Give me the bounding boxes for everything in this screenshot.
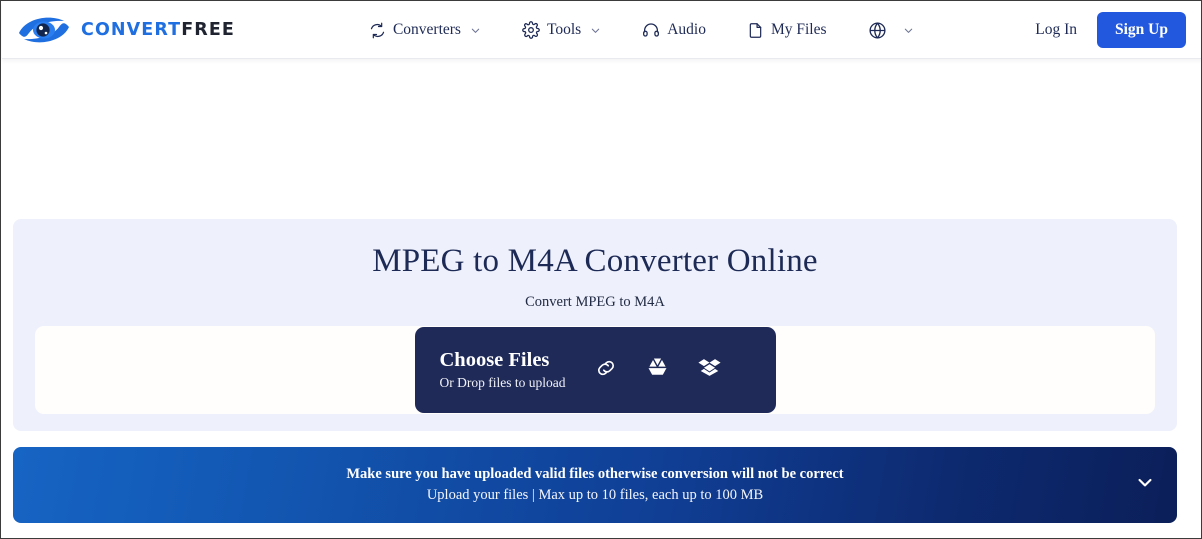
nav-label-audio: Audio xyxy=(667,21,706,39)
choose-files-label: Choose Files xyxy=(439,348,550,371)
signup-button[interactable]: Sign Up xyxy=(1097,12,1186,48)
page-subtitle: Convert MPEG to M4A xyxy=(525,294,665,311)
nav-item-audio[interactable]: Audio xyxy=(642,21,706,39)
banner-primary-text: Make sure you have uploaded valid files … xyxy=(346,465,844,482)
nav-item-language[interactable] xyxy=(868,21,914,40)
globe-icon xyxy=(868,21,887,40)
site-header: CONVERTFREE Converters Tools Audio My Fi… xyxy=(2,2,1201,59)
site-logo[interactable]: CONVERTFREE xyxy=(16,13,235,47)
gear-icon xyxy=(522,21,540,39)
file-dropzone[interactable]: Choose Files Or Drop files to upload xyxy=(35,326,1155,414)
banner-text-block: Make sure you have uploaded valid files … xyxy=(286,464,903,506)
dropbox-icon[interactable] xyxy=(698,357,722,383)
chevron-down-icon[interactable] xyxy=(1135,473,1155,498)
nav-label-tools: Tools xyxy=(546,21,582,39)
nav-item-tools[interactable]: Tools xyxy=(522,21,601,39)
nav-item-my-files[interactable]: My Files xyxy=(747,22,827,39)
nav-label-converters: Converters xyxy=(392,21,461,39)
choose-files-button[interactable]: Choose Files Or Drop files to upload xyxy=(414,327,776,413)
chevron-down-icon xyxy=(470,25,481,36)
chevron-down-icon xyxy=(903,25,914,36)
hero-panel: MPEG to M4A Converter Online Convert MPE… xyxy=(13,219,1177,431)
google-drive-icon[interactable] xyxy=(646,357,669,383)
headphones-icon xyxy=(642,21,660,39)
logo-wordmark: CONVERTFREE xyxy=(81,20,235,40)
link-icon[interactable] xyxy=(595,357,617,384)
nav-item-converters[interactable]: Converters xyxy=(369,22,481,39)
logo-text-free: FREE xyxy=(181,20,235,40)
choose-files-labels: Choose Files Or Drop files to upload xyxy=(440,349,566,391)
nav-label-my-files: My Files xyxy=(770,21,827,39)
page-root: CONVERTFREE Converters Tools Audio My Fi… xyxy=(0,0,1202,539)
chevron-down-icon xyxy=(590,25,601,36)
banner-secondary-text: Upload your files | Max up to 10 files, … xyxy=(426,487,764,503)
main-navigation: Converters Tools Audio My Files xyxy=(369,21,914,40)
upload-notice-banner: Make sure you have uploaded valid files … xyxy=(13,447,1177,523)
document-icon xyxy=(747,22,764,39)
drop-files-hint: Or Drop files to upload xyxy=(439,375,566,391)
logo-text-convert: CONVERT xyxy=(81,20,182,40)
header-actions: Log In Sign Up xyxy=(1035,12,1186,48)
sync-arrows-icon xyxy=(369,22,386,39)
page-title: MPEG to M4A Converter Online xyxy=(372,243,818,279)
upload-sources xyxy=(595,357,722,384)
eye-swoosh-logo-icon xyxy=(16,13,72,47)
login-link[interactable]: Log In xyxy=(1035,21,1077,39)
